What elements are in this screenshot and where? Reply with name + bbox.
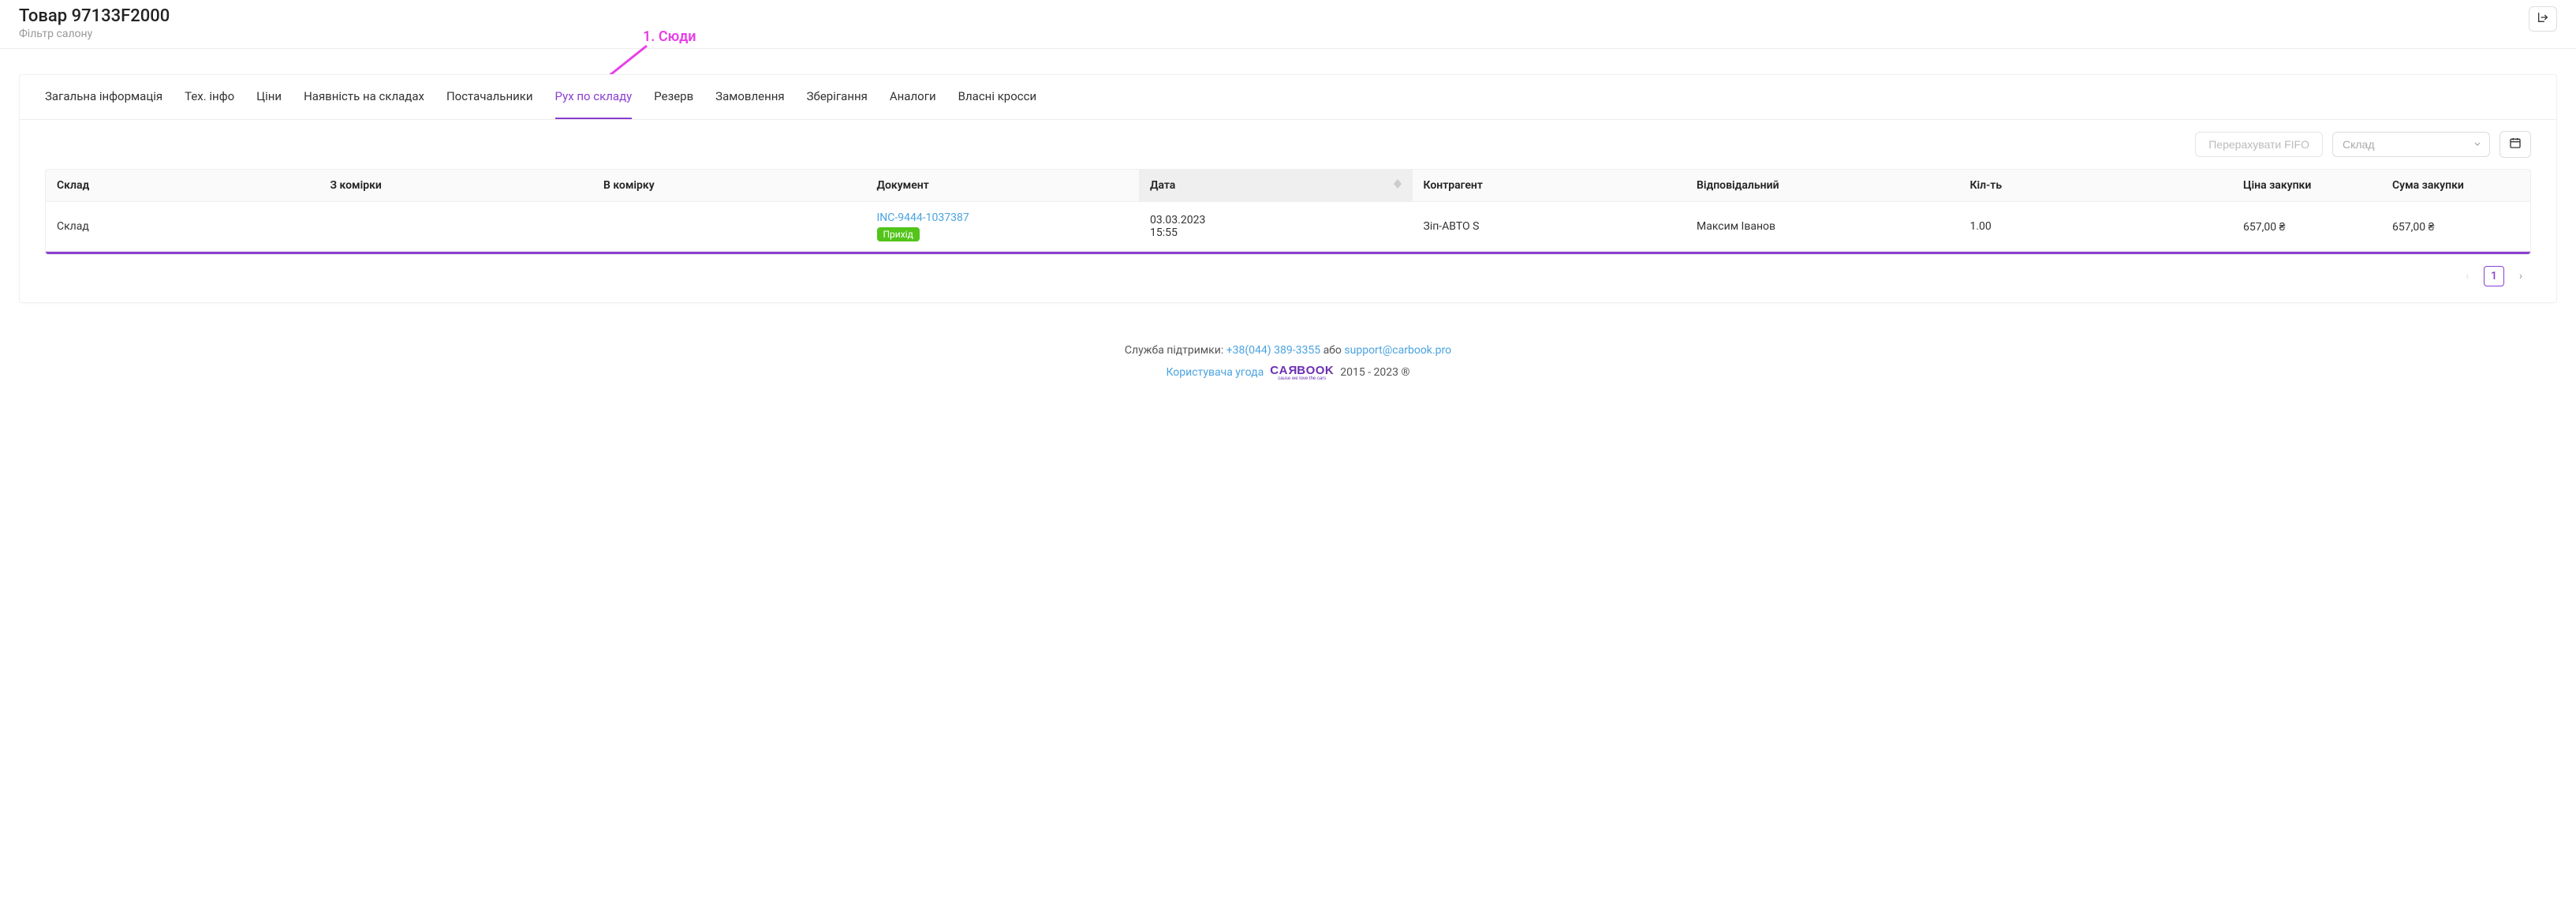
sort-icon — [1394, 179, 1402, 189]
tab-analogs[interactable]: Аналоги — [890, 75, 936, 119]
pagination-prev[interactable]: ‹ — [2457, 266, 2477, 286]
recalc-fifo-button[interactable]: Перерахувати FIFO — [2195, 132, 2323, 157]
tab-orders[interactable]: Замовлення — [715, 75, 784, 119]
tabs-bar: Загальна інформація Тех. інфо Ціни Наявн… — [20, 75, 2556, 120]
page-subtitle: Фільтр салону — [19, 28, 170, 40]
pagination: ‹ 1 › — [20, 255, 2556, 286]
cell-counterparty: Зіп-АВТО S — [1413, 202, 1686, 252]
chevron-left-icon: ‹ — [2466, 270, 2469, 282]
document-link[interactable]: INC-9444-1037387 — [877, 211, 969, 224]
header-actions — [2529, 6, 2557, 32]
support-or: або — [1323, 344, 1342, 357]
col-from-cell[interactable]: З комірки — [319, 170, 593, 202]
cell-document: INC-9444-1037387 Прихід — [866, 202, 1140, 252]
pagination-page-1[interactable]: 1 — [2484, 266, 2504, 286]
col-date-label: Дата — [1150, 179, 1175, 192]
col-purchase-sum[interactable]: Сума закупки — [2381, 170, 2530, 202]
page-title: Товар 97133F2000 — [19, 6, 170, 26]
support-email-link[interactable]: support@carbook.pro — [1344, 344, 1451, 357]
exit-icon — [2537, 11, 2549, 27]
support-label: Служба підтримки: — [1125, 344, 1223, 357]
carbook-logo: CARBOOK cause we love the cars — [1270, 365, 1334, 381]
header-action-button[interactable] — [2529, 6, 2557, 32]
tab-own-crosses[interactable]: Власні кросси — [958, 75, 1037, 119]
header-titles: Товар 97133F2000 Фільтр салону — [19, 6, 170, 40]
col-counterparty[interactable]: Контрагент — [1413, 170, 1686, 202]
warehouse-select[interactable]: Склад — [2332, 132, 2490, 157]
movement-table: Склад З комірки В комірку Документ Дата … — [46, 170, 2530, 254]
support-phone-link[interactable]: +38(044) 389-3355 — [1226, 344, 1320, 357]
col-responsible[interactable]: Відповідальний — [1686, 170, 1959, 202]
cell-purchase-sum: 657,00 ₴ — [2381, 202, 2530, 252]
tab-storage[interactable]: Зберігання — [807, 75, 868, 119]
tab-stock-availability[interactable]: Наявність на складах — [304, 75, 424, 119]
cell-responsible: Максим Іванов — [1686, 202, 1959, 252]
footer-support-line: Служба підтримки: +38(044) 389-3355 або … — [0, 344, 2576, 357]
tab-stock-movement[interactable]: Рух по складу — [555, 75, 633, 119]
tab-general-info[interactable]: Загальна інформація — [45, 75, 162, 119]
page-header: Товар 97133F2000 Фільтр салону — [0, 0, 2576, 49]
col-document[interactable]: Документ — [866, 170, 1140, 202]
col-warehouse[interactable]: Склад — [46, 170, 319, 202]
table-header-row: Склад З комірки В комірку Документ Дата … — [46, 170, 2530, 202]
table-row: Склад INC-9444-1037387 Прихід 03.03.2023… — [46, 202, 2530, 252]
user-agreement-link[interactable]: Користувача угода — [1166, 366, 1264, 379]
tab-suppliers[interactable]: Постачальники — [446, 75, 533, 119]
cell-purchase-price: 657,00 ₴ — [2232, 202, 2381, 252]
cell-qty: 1.00 — [1959, 202, 2233, 252]
document-type-badge: Прихід — [877, 227, 920, 241]
table-toolbar: Перерахувати FIFO Склад — [20, 120, 2556, 169]
footer-legal-line: Користувача угода CARBOOK cause we love … — [0, 365, 2576, 381]
calendar-icon — [2509, 137, 2522, 152]
col-purchase-price[interactable]: Ціна закупки — [2232, 170, 2381, 202]
cell-to-cell — [592, 202, 866, 252]
date-picker-button[interactable] — [2499, 131, 2531, 158]
page-footer: Служба підтримки: +38(044) 389-3355 або … — [0, 328, 2576, 405]
tab-reserve[interactable]: Резерв — [654, 75, 693, 119]
tab-prices[interactable]: Ціни — [256, 75, 282, 119]
cell-from-cell — [319, 202, 593, 252]
table-separator — [46, 252, 2530, 254]
pagination-next[interactable]: › — [2511, 266, 2531, 286]
cell-date: 03.03.2023 15:55 — [1139, 202, 1413, 252]
chevron-right-icon: › — [2519, 270, 2522, 282]
cell-warehouse: Склад — [46, 202, 319, 252]
col-to-cell[interactable]: В комірку — [592, 170, 866, 202]
col-qty[interactable]: Кіл-ть — [1959, 170, 2233, 202]
warehouse-select-wrap: Склад — [2332, 132, 2490, 157]
movement-table-wrap: Склад З комірки В комірку Документ Дата … — [45, 169, 2531, 255]
col-date[interactable]: Дата — [1139, 170, 1413, 202]
content-card: Загальна інформація Тех. інфо Ціни Наявн… — [19, 74, 2557, 303]
footer-years: 2015 - 2023 ® — [1340, 366, 1409, 379]
tab-tech-info[interactable]: Тех. інфо — [185, 75, 234, 119]
